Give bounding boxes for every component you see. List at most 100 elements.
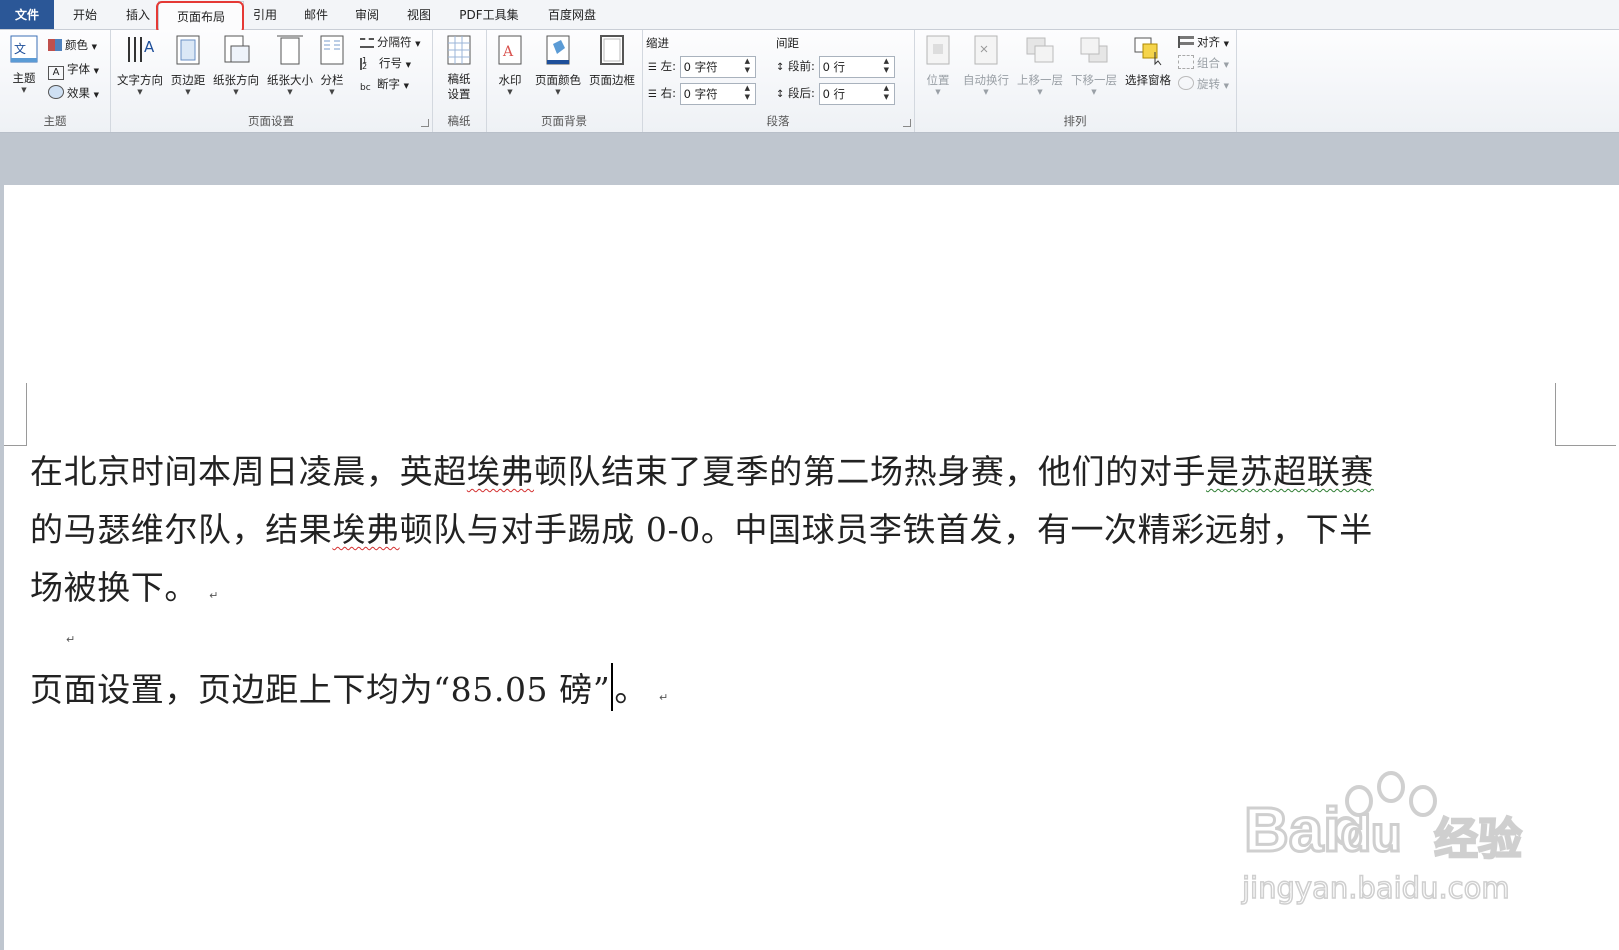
chevron-down-icon: ▼ xyxy=(1037,88,1043,96)
paragraph-1-line-3: 场被换下。 ↵ xyxy=(30,568,219,607)
selection-pane-icon xyxy=(1133,34,1163,66)
text-direction-button[interactable]: A 文字方向 ▼ xyxy=(114,34,166,96)
group-label-paragraph: 段落 xyxy=(766,114,790,128)
align-button[interactable]: 对齐 ▼ xyxy=(1178,33,1229,51)
bring-forward-button[interactable]: 上移一层 ▼ xyxy=(1014,34,1066,96)
chevron-down-icon: ▼ xyxy=(983,88,989,96)
spacing-after-input[interactable]: 0 行 ▲ ▼ xyxy=(818,82,895,105)
spacing-before-input[interactable]: 0 行 ▲ ▼ xyxy=(818,55,895,78)
chevron-down-icon: ▼ xyxy=(287,88,293,96)
group-page-setup: A 文字方向 ▼ 页边距 ▼ 纸张方向 ▼ 纸张大小 ▼ 分栏 ▼ 分隔符 ▼ … xyxy=(110,30,433,132)
theme-fonts-button[interactable]: A 字体 ▼ xyxy=(48,60,99,80)
columns-button[interactable]: 分栏 ▼ xyxy=(316,34,348,96)
color-palette-icon xyxy=(48,39,62,51)
indent-left-input[interactable]: 0 字符 ▲ ▼ xyxy=(679,55,756,78)
svg-text:文: 文 xyxy=(14,41,26,56)
spacing-before-row: ↕ 段前: 0 行 ▲ ▼ xyxy=(776,55,895,78)
size-button[interactable]: 纸张大小 ▼ xyxy=(264,34,316,96)
group-objects-icon xyxy=(1178,55,1194,69)
group-theme: 文 主题 ▼ 颜色 ▼ A 字体 ▼ 效果 ▼ 主题 xyxy=(0,30,111,132)
wrap-text-button[interactable]: 自动换行 ▼ xyxy=(960,34,1012,96)
group-paragraph: 缩进 间距 ☰ 左: 0 字符 ▲ ▼ ☰ 右: 0 字符 ▲ ▼ ↕ 段前: 0 行 ▲… xyxy=(642,30,915,132)
dialog-launcher-icon[interactable] xyxy=(903,119,911,127)
align-icon xyxy=(1178,36,1194,48)
paragraph-mark-icon: ↵ xyxy=(659,691,669,704)
indent-right-input[interactable]: 0 字符 ▲ ▼ xyxy=(679,82,756,105)
bring-forward-icon xyxy=(1025,34,1055,66)
watermark-brand: Baidu xyxy=(1242,795,1403,867)
theme-colors-button[interactable]: 颜色 ▼ xyxy=(48,36,97,54)
spin-updown-icon[interactable]: ▲ ▼ xyxy=(745,84,753,102)
theme-button[interactable]: 文 主题 ▼ xyxy=(6,34,42,94)
send-backward-icon xyxy=(1079,34,1109,66)
page-color-button[interactable]: 页面颜色 ▼ xyxy=(532,34,584,96)
spacing-title: 间距 xyxy=(776,36,799,50)
spacing-after-icon: ↕ xyxy=(776,89,785,100)
hyphenation-button[interactable]: bc 断字 ▼ xyxy=(360,75,409,93)
watermark-url: jingyan.baidu.com xyxy=(1241,870,1510,906)
watermark-icon: A xyxy=(495,34,525,66)
paragraph-1-line-2: 的马瑟维尔队，结果埃弗顿队与对手踢成 0-0。中国球员李铁首发，有一次精彩远射，… xyxy=(30,510,1373,549)
group-label-page-setup: 页面设置 xyxy=(248,114,294,128)
line-numbers-button[interactable]: 1 2 行号 ▼ xyxy=(360,54,411,72)
group-objects-button[interactable]: 组合 ▼ xyxy=(1178,54,1229,72)
position-button[interactable]: 位置 ▼ xyxy=(918,34,958,96)
ribbon: 文 主题 ▼ 颜色 ▼ A 字体 ▼ 效果 ▼ 主题 A 文字方向 ▼ 页边距 … xyxy=(0,30,1619,133)
group-label-theme: 主题 xyxy=(43,114,67,128)
page-borders-icon xyxy=(597,34,627,66)
paragraph-2[interactable]: 页面设置，页边距上下均为“85.05 磅”。 ↵ xyxy=(30,663,669,711)
chevron-down-icon: ▼ xyxy=(329,88,335,96)
tab-pdf-tools[interactable]: PDF工具集 xyxy=(453,0,525,29)
theme-icon: 文 xyxy=(9,34,39,66)
manuscript-settings-button[interactable]: 稿纸 设置 xyxy=(438,34,480,102)
manuscript-grid-icon xyxy=(444,34,474,66)
spin-updown-icon[interactable]: ▲ ▼ xyxy=(884,84,892,102)
page-borders-button[interactable]: 页面边框 xyxy=(586,34,638,88)
group-label-page-background: 页面背景 xyxy=(541,114,587,128)
chevron-down-icon: ▼ xyxy=(233,88,239,96)
spin-updown-icon[interactable]: ▲ ▼ xyxy=(884,57,892,75)
margins-button[interactable]: 页边距 ▼ xyxy=(168,34,208,96)
rotate-button[interactable]: 旋转 ▼ xyxy=(1178,75,1229,93)
tab-review[interactable]: 审阅 xyxy=(342,0,392,29)
effects-icon xyxy=(48,85,64,99)
breaks-button[interactable]: 分隔符 ▼ xyxy=(360,33,421,51)
send-backward-button[interactable]: 下移一层 ▼ xyxy=(1068,34,1120,96)
spin-updown-icon[interactable]: ▲ ▼ xyxy=(745,57,753,75)
spacing-before-icon: ↕ xyxy=(776,62,785,73)
group-page-background: A 水印 ▼ 页面颜色 ▼ 页面边框 页面背景 xyxy=(486,30,643,132)
tab-baidu-netdisk[interactable]: 百度网盘 xyxy=(536,0,608,29)
theme-effects-button[interactable]: 效果 ▼ xyxy=(48,84,99,102)
group-label-manuscript: 稿纸 xyxy=(447,114,471,128)
tab-mailings[interactable]: 邮件 xyxy=(291,0,341,29)
chevron-down-icon: ▼ xyxy=(555,88,561,96)
chevron-down-icon: ▼ xyxy=(185,88,191,96)
orientation-icon xyxy=(221,34,251,66)
orientation-button[interactable]: 纸张方向 ▼ xyxy=(210,34,262,96)
group-label-arrange: 排列 xyxy=(1063,114,1087,128)
page-break-icon xyxy=(360,38,374,48)
tab-home[interactable]: 开始 xyxy=(60,0,110,29)
hyphenation-icon: bc xyxy=(360,83,371,93)
paper-size-icon xyxy=(275,34,305,66)
tab-references[interactable]: 引用 xyxy=(240,0,290,29)
group-manuscript: 稿纸 设置 稿纸 xyxy=(432,30,487,132)
watermark-jingyan: 经验 xyxy=(1433,813,1523,866)
margin-corner-mark-left xyxy=(4,383,27,446)
indent-right-icon: ☰ xyxy=(648,89,657,100)
svg-text:A: A xyxy=(502,44,514,60)
dialog-launcher-icon[interactable] xyxy=(421,119,429,127)
watermark-button[interactable]: A 水印 ▼ xyxy=(490,34,530,96)
tab-file[interactable]: 文件 xyxy=(0,0,54,29)
page-color-icon xyxy=(543,34,573,66)
margin-corner-mark-right xyxy=(1555,383,1616,446)
font-icon: A xyxy=(48,66,64,80)
paragraph-mark-icon: ↵ xyxy=(209,589,219,602)
chevron-down-icon: ▼ xyxy=(935,88,941,96)
rotate-icon xyxy=(1178,76,1194,90)
tab-view[interactable]: 视图 xyxy=(394,0,444,29)
chevron-down-icon: ▼ xyxy=(21,86,27,94)
chevron-down-icon: ▼ xyxy=(137,88,143,96)
selection-pane-button[interactable]: 选择窗格 xyxy=(1122,34,1174,88)
paragraph-1[interactable]: 在北京时间本周日凌晨，英超埃弗顿队结束了夏季的第二场热身赛，他们的对手是苏超联赛… xyxy=(30,443,1590,625)
